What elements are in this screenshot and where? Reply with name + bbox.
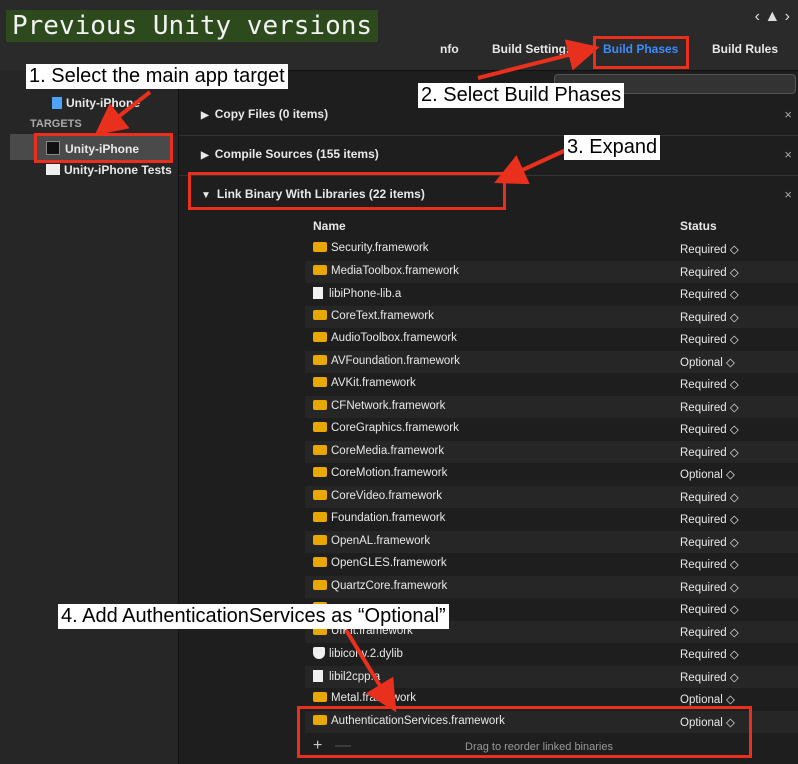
arrow-step2 — [477, 39, 600, 80]
annotation-step1: 1. Select the main app target — [26, 64, 288, 89]
annotation-arrows — [94, 39, 600, 713]
overlay-title: Previous Unity versions — [6, 10, 379, 42]
arrow-step4 — [344, 628, 397, 713]
arrow-step1 — [94, 90, 152, 136]
annotation-step3: 3. Expand — [564, 135, 661, 160]
arrow-step3 — [494, 148, 567, 185]
xcode-window: ‹ ▲ › nfo Build Settings Build Phases Bu… — [0, 0, 798, 764]
annotation-step4: 4. Add AuthenticationServices as “Option… — [58, 604, 449, 629]
annotation-step2: 2. Select Build Phases — [418, 83, 625, 108]
